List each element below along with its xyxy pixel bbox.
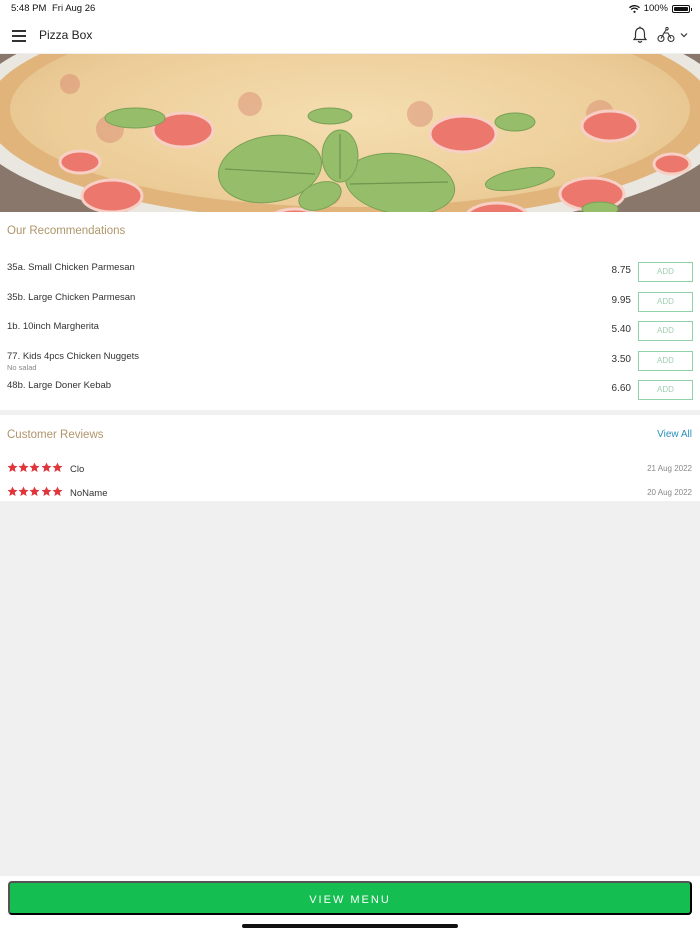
home-indicator: [242, 924, 458, 928]
item-price: 3.50: [611, 353, 631, 365]
star-icon: [7, 462, 18, 472]
review-row: NoName 20 Aug 2022: [0, 484, 700, 504]
status-right: 100%: [628, 3, 692, 14]
battery-icon: [672, 4, 692, 13]
add-button[interactable]: ADD: [638, 262, 693, 282]
star-icon: [41, 462, 52, 472]
battery-fill: [674, 6, 688, 11]
review-row: Clo 21 Aug 2022: [0, 460, 700, 480]
recommendations-title: Our Recommendations: [7, 225, 126, 237]
top-bar: Pizza Box: [0, 16, 700, 54]
reviews-section: Customer Reviews View All Clo 21 Aug 202…: [0, 415, 700, 501]
list-item[interactable]: 35b. Large Chicken Parmesan 9.95 ADD: [0, 290, 700, 320]
star-icon: [52, 462, 63, 472]
status-date: Fri Aug 26: [52, 3, 96, 14]
page-title: Pizza Box: [39, 28, 93, 42]
add-button[interactable]: ADD: [638, 321, 693, 341]
item-name: 77. Kids 4pcs Chicken Nuggets: [7, 350, 140, 362]
recommendations-list: 35a. Small Chicken Parmesan 8.75 ADD 35b…: [0, 260, 700, 408]
pizza-illustration: [0, 54, 700, 212]
view-all-link[interactable]: View All: [657, 429, 692, 440]
item-name: 1b. 10inch Margherita: [7, 321, 99, 332]
item-name: 48b. Large Doner Kebab: [7, 380, 112, 391]
star-icon: [18, 462, 29, 472]
item-price: 9.95: [611, 294, 631, 306]
item-name: 35a. Small Chicken Parmesan: [7, 262, 135, 273]
status-bar: 5:48 PM Fri Aug 26 100%: [0, 0, 700, 16]
wifi-icon: [628, 4, 640, 13]
star-icon: [41, 486, 52, 496]
add-button[interactable]: ADD: [638, 291, 693, 312]
list-item[interactable]: 1b. 10inch Margherita 5.40 ADD: [0, 319, 700, 349]
review-date: 20 Aug 2022: [647, 488, 692, 497]
item-price: 5.40: [611, 324, 631, 335]
reviewer-name: NoName: [70, 488, 108, 499]
item-price: 8.75: [611, 265, 631, 276]
star-icon: [52, 486, 63, 496]
bell-icon[interactable]: [632, 26, 648, 44]
reviews-title: Customer Reviews: [7, 429, 104, 441]
star-icon: [29, 462, 40, 472]
star-icon: [29, 486, 40, 496]
list-item[interactable]: 35a. Small Chicken Parmesan 8.75 ADD: [0, 260, 700, 290]
hero-pizza-image: [0, 54, 700, 212]
battery-percent: 100%: [643, 3, 668, 14]
star-icon: [18, 486, 29, 496]
recommendations-section: Our Recommendations 35a. Small Chicken P…: [0, 212, 700, 410]
item-name: 35b. Large Chicken Parmesan: [7, 291, 136, 303]
add-button[interactable]: ADD: [638, 350, 693, 371]
status-time: 5:48 PM: [11, 3, 47, 14]
reviewer-name: Clo: [70, 464, 85, 475]
review-date: 21 Aug 2022: [647, 464, 692, 473]
list-item[interactable]: 77. Kids 4pcs Chicken Nuggets No salad 3…: [0, 349, 700, 379]
view-menu-button[interactable]: VIEW MENU: [8, 881, 692, 915]
item-note: No salad: [7, 362, 37, 372]
star-icon: [7, 486, 18, 496]
star-rating: [7, 462, 63, 473]
hamburger-menu-icon[interactable]: [12, 30, 26, 42]
add-button[interactable]: ADD: [638, 380, 693, 400]
chevron-down-icon[interactable]: [679, 30, 689, 40]
list-item[interactable]: 48b. Large Doner Kebab 6.60 ADD: [0, 378, 700, 408]
star-rating: [7, 486, 63, 497]
rider-icon[interactable]: [657, 27, 675, 43]
item-price: 6.60: [611, 383, 631, 394]
